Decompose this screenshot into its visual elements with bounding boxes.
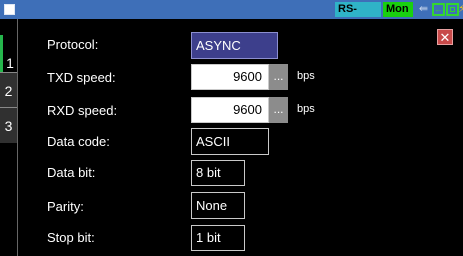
txd-speed-unit: bps	[297, 70, 315, 82]
rxd-speed-label: RXD speed:	[47, 103, 118, 118]
tab-3[interactable]: 3	[0, 107, 17, 143]
mode-badge: Mon	[383, 2, 413, 17]
data-code-field[interactable]: ASCII	[191, 128, 269, 155]
protocol-field[interactable]: ASYNC	[191, 32, 278, 59]
title-bar: RS-232C Mon ⇚ ← ⚡	[0, 0, 463, 30]
window-icon[interactable]	[4, 4, 15, 15]
interface-badge: RS-232C	[335, 2, 381, 30]
protocol-label: Protocol:	[47, 37, 99, 52]
usb-icon: ⇚	[418, 3, 429, 15]
parity-field[interactable]: None	[191, 192, 245, 219]
data-bit-label: Data bit:	[47, 165, 96, 180]
stop-bit-field[interactable]: 1 bit	[191, 225, 245, 251]
tab-2[interactable]: 2	[0, 72, 17, 109]
close-icon[interactable]: ✕	[437, 29, 453, 45]
rxd-speed-field[interactable]: 9600	[191, 97, 269, 123]
data-code-label: Data code:	[47, 134, 110, 149]
port-icon: ←	[432, 3, 445, 16]
rxd-speed-button[interactable]: ...	[269, 97, 288, 123]
tab-strip: 1 2 3	[0, 19, 18, 256]
parity-label: Parity:	[47, 199, 84, 214]
txd-speed-button[interactable]: ...	[269, 64, 288, 90]
txd-speed-label: TXD speed:	[47, 70, 116, 85]
txd-speed-field[interactable]: 9600	[191, 64, 269, 90]
stop-bit-label: Stop bit:	[47, 230, 95, 245]
data-bit-field[interactable]: 8 bit	[191, 160, 245, 186]
power-icon: ⚡	[458, 3, 463, 15]
rxd-speed-unit: bps	[297, 103, 315, 115]
